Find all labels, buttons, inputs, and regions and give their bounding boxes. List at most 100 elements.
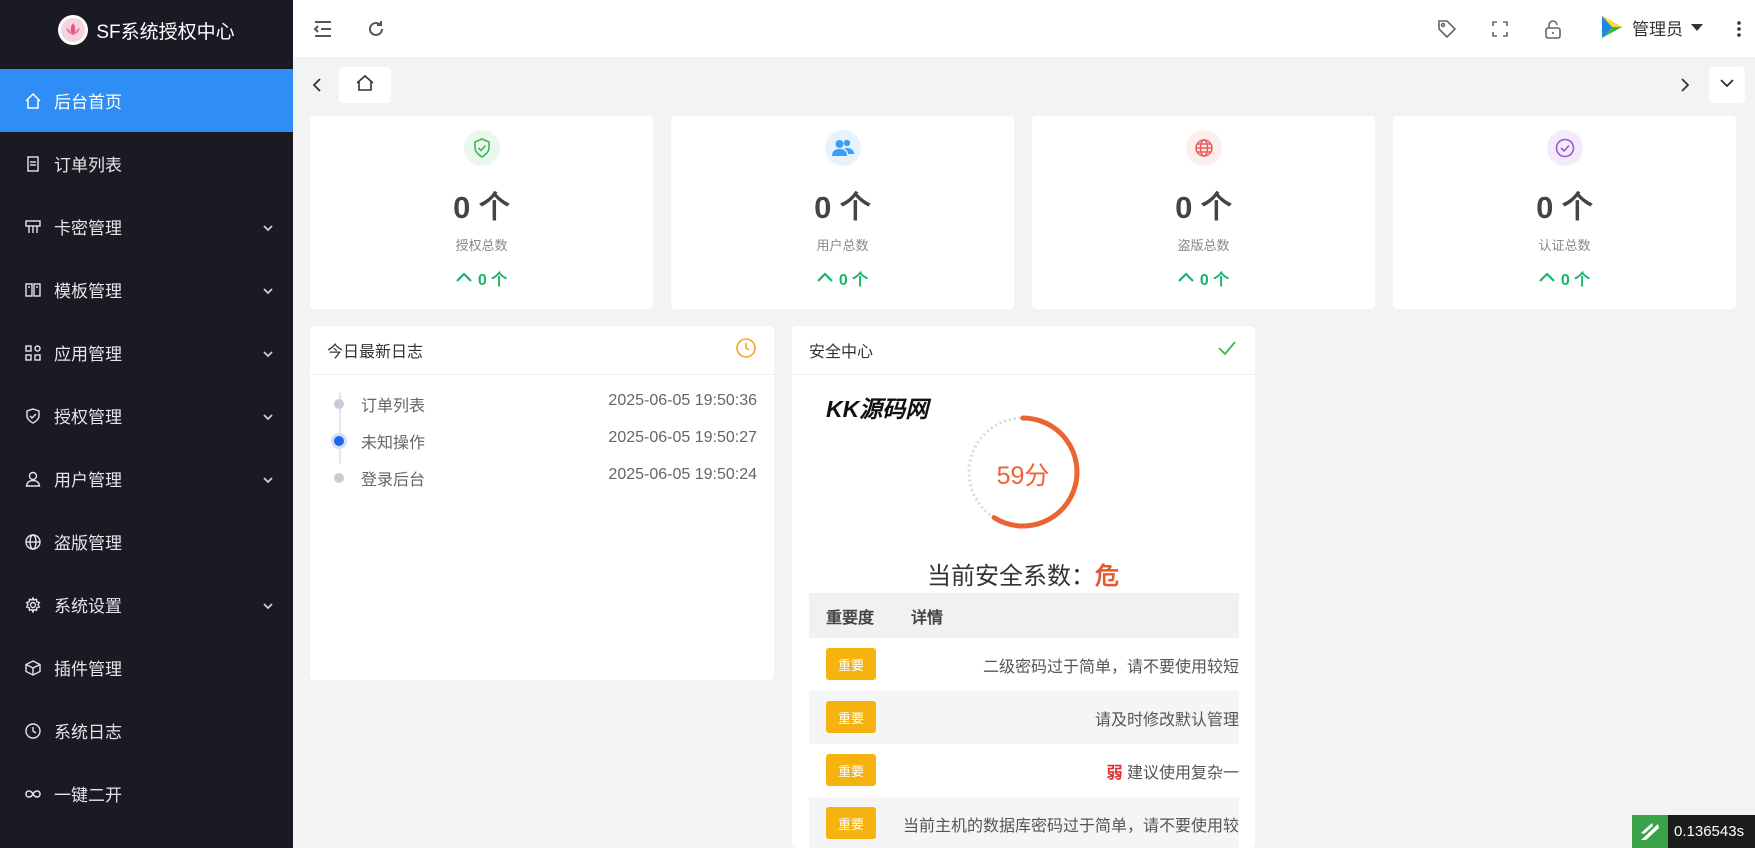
sidebar-item-9[interactable]: 插件管理: [0, 636, 293, 699]
sidebar-item-4[interactable]: 应用管理: [0, 321, 293, 384]
sidebar-item-label: 盗版管理: [54, 534, 122, 553]
log-row: 订单列表 2025-06-05 19:50:36: [310, 386, 774, 422]
security-panel-header: 安全中心: [792, 326, 1255, 375]
security-detail-text: 建议使用复杂一: [1126, 764, 1239, 782]
chevron-left-icon[interactable]: [307, 75, 327, 95]
sidebar-item-11[interactable]: 一键二开: [0, 762, 293, 825]
debug-bar-icon: [1632, 815, 1668, 848]
tab-home[interactable]: [339, 67, 391, 103]
log-row: 登录后台 2025-06-05 19:50:24: [310, 460, 774, 496]
check-circle-icon: [1546, 130, 1583, 166]
sidebar-item-label: 应用管理: [54, 345, 122, 364]
security-table: 重要度 详情 重要 二级密码过于简单，请不要使用较短 重要 请及时修改默认管理 重要弱 …: [809, 593, 1239, 848]
safety-status: 当前安全系数：危: [792, 556, 1254, 591]
stat-trend-value: 0 个: [838, 272, 869, 289]
col-importance: 重要度: [826, 609, 875, 627]
shield-icon: [24, 407, 42, 425]
lotus-logo-icon: [58, 15, 89, 45]
user-menu[interactable]: 管理员: [1598, 14, 1703, 40]
stat-trend-value: 0 个: [1199, 272, 1230, 289]
sidebar-item-2[interactable]: 卡密管理: [0, 195, 293, 258]
stat-trend: 0 个: [1393, 266, 1736, 290]
log-time: 2025-06-05 19:50:24: [608, 466, 757, 483]
document-icon: [24, 155, 42, 173]
chevron-right-icon[interactable]: [1675, 75, 1695, 95]
chevron-down-icon: [261, 283, 275, 297]
chevron-down-icon: [261, 346, 275, 360]
sidebar-item-label: 用户管理: [54, 471, 122, 490]
sidebar-item-label: 系统日志: [54, 723, 122, 742]
template-icon: [24, 281, 42, 299]
sidebar-item-6[interactable]: 用户管理: [0, 447, 293, 510]
watermark-text: KK源码网: [826, 396, 929, 422]
stat-trend: 0 个: [671, 266, 1014, 290]
sidebar-item-label: 订单列表: [54, 156, 122, 175]
security-detail: 请及时修改默认管理: [1095, 706, 1239, 730]
security-detail: 二级密码过于简单，请不要使用较短: [983, 653, 1239, 677]
sidebar-item-label: 卡密管理: [54, 219, 122, 238]
app-logo[interactable]: SF系统授权中心: [0, 0, 293, 60]
stat-card: 0 个 授权总数 0 个: [310, 116, 653, 309]
clock-icon: [735, 337, 757, 364]
sidebar-menu: 后台首页订单列表卡密管理模板管理应用管理授权管理用户管理盗版管理系统设置 插件管理…: [0, 69, 293, 825]
tag-icon[interactable]: [1436, 18, 1458, 40]
home-icon: [24, 92, 42, 110]
infinity-icon: [24, 785, 42, 803]
stat-card: 0 个 盗版总数 0 个: [1032, 116, 1375, 309]
stat-value: 0 个: [1536, 190, 1593, 225]
refresh-icon[interactable]: [365, 18, 387, 40]
sidebar-item-10[interactable]: 系统日志: [0, 699, 293, 762]
safety-label: 当前安全系数：: [927, 563, 1095, 590]
security-table-header: 重要度 详情: [809, 593, 1239, 638]
trend-up-icon: [1178, 269, 1194, 287]
security-row: 重要 二级密码过于简单，请不要使用较短: [809, 638, 1239, 691]
sidebar-item-label: 授权管理: [54, 408, 122, 427]
security-detail-text: 请及时修改默认管理: [1094, 711, 1239, 729]
log-panel: 今日最新日志 订单列表 2025-06-05 19:50:36 未知操作 202…: [310, 326, 774, 680]
collapse-menu-icon[interactable]: [312, 18, 334, 40]
chevron-down-icon: [261, 598, 275, 612]
caret-down-icon: [1691, 17, 1703, 37]
weak-tag: 弱: [1106, 764, 1123, 782]
sidebar-item-8[interactable]: 系统设置: [0, 573, 293, 636]
importance-badge: 重要: [826, 648, 876, 680]
sidebar: SF系统授权中心 后台首页订单列表卡密管理模板管理应用管理授权管理用户管理盗版管…: [0, 0, 293, 848]
log-time: 2025-06-05 19:50:27: [608, 429, 757, 446]
fullscreen-icon[interactable]: [1489, 18, 1511, 40]
security-detail-text: 二级密码过于简单，请不要使用较短: [982, 658, 1239, 676]
security-row: 重要 当前主机的数据库密码过于简单，请不要使用较: [809, 797, 1239, 848]
chevron-down-icon: [1718, 74, 1736, 97]
sidebar-item-3[interactable]: 模板管理: [0, 258, 293, 321]
globe-icon: [1185, 130, 1222, 166]
card-icon: [24, 218, 42, 236]
importance-badge: 重要: [826, 807, 876, 839]
stat-label: 盗版总数: [1177, 238, 1230, 253]
tab-bar: [293, 57, 1755, 113]
sidebar-item-label: 一键二开: [54, 786, 122, 805]
sidebar-item-7[interactable]: 盗版管理: [0, 510, 293, 573]
sidebar-item-0[interactable]: 后台首页: [0, 69, 293, 132]
trend-up-icon: [1539, 269, 1555, 287]
avatar: [1598, 14, 1624, 40]
more-vertical-icon[interactable]: [1728, 18, 1750, 40]
stat-trend: 0 个: [1032, 266, 1375, 290]
security-panel-title: 安全中心: [809, 344, 874, 361]
log-panel-header: 今日最新日志: [310, 326, 774, 375]
gear-icon: [24, 596, 42, 614]
stat-label: 认证总数: [1538, 238, 1591, 253]
shield-check-icon: [463, 130, 500, 166]
security-score: 59分: [996, 462, 1050, 490]
lock-icon[interactable]: [1542, 18, 1564, 40]
stat-label: 用户总数: [816, 238, 869, 253]
security-row: 重要 请及时修改默认管理: [809, 691, 1239, 744]
safety-level: 危: [1095, 563, 1119, 590]
tab-dropdown-button[interactable]: [1709, 67, 1745, 103]
sidebar-item-5[interactable]: 授权管理: [0, 384, 293, 447]
log-name: 未知操作: [361, 435, 426, 452]
importance-badge: 重要: [826, 701, 876, 733]
chevron-down-icon: [261, 220, 275, 234]
sidebar-item-1[interactable]: 订单列表: [0, 132, 293, 195]
chevron-down-icon: [261, 409, 275, 423]
col-detail: 详情: [911, 609, 944, 627]
debug-timer[interactable]: 0.136543s: [1632, 815, 1755, 848]
